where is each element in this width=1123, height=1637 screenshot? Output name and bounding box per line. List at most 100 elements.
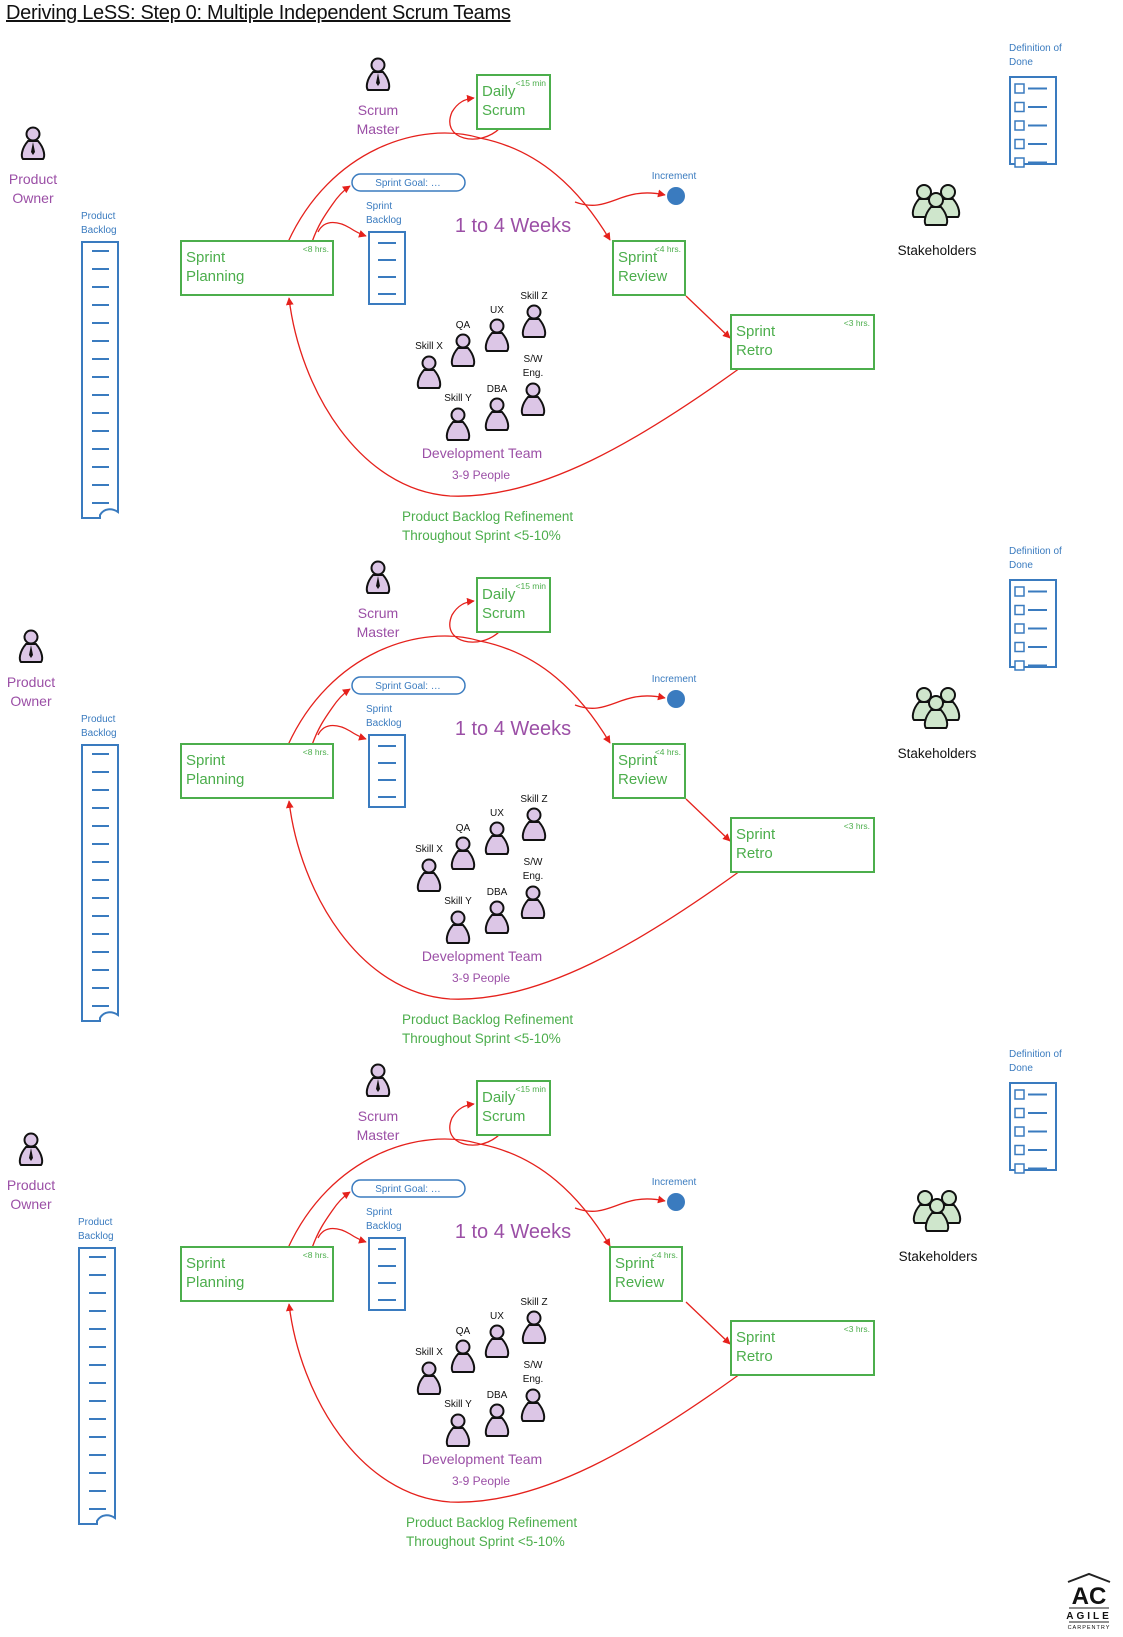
scrum-cycle-diagram: Product Owner Product Backlog Scrum Master Spr… [9, 43, 1062, 543]
checkbox-icon [1014, 1163, 1025, 1174]
sprint-review-box[interactable]: <4 hrs.Sprint Review [612, 743, 686, 799]
product-owner-icon [18, 629, 44, 663]
review-to-retro-arrow [685, 295, 731, 339]
review-to-retro-arrow [685, 1301, 731, 1345]
product-owner-label: Product Owner [7, 674, 55, 709]
sprint-duration-label: 1 to 4 Weeks [455, 718, 571, 740]
team-member-label: Skill X [415, 844, 443, 855]
sprint-arc-bottom [285, 1303, 741, 1503]
checkbox-icon [1014, 1089, 1025, 1100]
product-owner-label: Product Owner [9, 171, 57, 206]
checkbox-icon [1014, 604, 1025, 616]
product-backlog-list[interactable] [78, 1247, 116, 1525]
team-member-icon [520, 885, 546, 919]
team-member-icon [484, 1324, 510, 1358]
sprint-backlog-label: Sprint Backlog [366, 1207, 402, 1232]
scrum-cycle-diagram: Product Owner Product Backlog Scrum Master Spr… [7, 546, 1062, 1046]
team-member-label: S/W Eng. [523, 1360, 544, 1385]
sprint-arc-bottom [285, 297, 741, 497]
team-member-label: QA [456, 823, 471, 834]
team-member-icon [520, 382, 546, 416]
development-team-label: Development Team [422, 1451, 542, 1467]
roof-icon [1067, 1572, 1111, 1583]
sprint-goal[interactable]: Sprint Goal: … [351, 173, 466, 192]
definition-of-done-checklist[interactable] [1009, 76, 1057, 168]
team-member-icon [520, 1388, 546, 1422]
stakeholders-icon [911, 687, 961, 729]
increment-label: Increment [652, 171, 697, 182]
scrum-master-label: Scrum Master [357, 102, 400, 137]
scrum-cycle-diagram: Product Owner Product Backlog Scrum Master Spr… [7, 1049, 1062, 1549]
sprint-planning-box[interactable]: <8 hrs.Sprint Planning [180, 1246, 334, 1302]
sprint-backlog-label: Sprint Backlog [366, 704, 402, 729]
daily-scrum-box[interactable]: <15 minDaily Scrum [476, 74, 551, 130]
sprint-goal-label: Sprint Goal: … [375, 1184, 441, 1195]
scrum-team-panel: Product Owner Product Backlog Scrum Master Spr… [0, 503, 1123, 1046]
team-member-icon [445, 910, 471, 944]
sprint-backlog-label: Sprint Backlog [366, 201, 402, 226]
product-backlog-list[interactable] [81, 241, 119, 519]
timebox-label: <4 hrs. [652, 1250, 678, 1260]
timebox-label: <3 hrs. [844, 821, 870, 831]
sprint-backlog-list[interactable] [368, 734, 406, 808]
checkbox-icon [1014, 1126, 1025, 1137]
timebox-label: <8 hrs. [303, 747, 329, 757]
checkbox-icon [1014, 1144, 1025, 1156]
increment-dot[interactable] [667, 1193, 685, 1211]
definition-of-done-label: Definition of Done [1009, 1049, 1062, 1074]
sprint-retro-box[interactable]: <3 hrs.Sprint Retro [730, 314, 875, 370]
scrum-master-icon [365, 560, 391, 594]
team-member-icon [445, 1413, 471, 1447]
review-to-retro-arrow [685, 798, 731, 842]
stakeholders-label: Stakeholders [899, 1249, 978, 1264]
sprint-goal[interactable]: Sprint Goal: … [351, 1179, 466, 1198]
team-member-label: Skill Y [444, 896, 472, 907]
checkbox-icon [1014, 586, 1025, 597]
to-increment-arrow [574, 189, 666, 206]
team-member-icon [484, 900, 510, 934]
checkbox-icon [1014, 641, 1025, 653]
sprint-backlog-list[interactable] [368, 231, 406, 305]
team-member-icon [416, 858, 442, 892]
increment-dot[interactable] [667, 187, 685, 205]
sprint-planning-box[interactable]: <8 hrs.Sprint Planning [180, 240, 334, 296]
daily-scrum-box[interactable]: <15 minDaily Scrum [476, 577, 551, 633]
product-backlog-list[interactable] [81, 744, 119, 1022]
increment-dot[interactable] [667, 690, 685, 708]
increment-label: Increment [652, 674, 697, 685]
team-member-icon [450, 836, 476, 870]
team-member-label: UX [490, 808, 504, 819]
sprint-backlog-list[interactable] [368, 1237, 406, 1311]
team-member-label: Skill X [415, 1347, 443, 1358]
definition-of-done-label: Definition of Done [1009, 546, 1062, 571]
backlog-refinement-label: Product Backlog Refinement Throughout Spr… [406, 1515, 577, 1549]
to-increment-arrow [574, 692, 666, 709]
sprint-retro-box[interactable]: <3 hrs.Sprint Retro [730, 817, 875, 873]
checkbox-icon [1014, 660, 1025, 671]
sprint-goal[interactable]: Sprint Goal: … [351, 676, 466, 695]
timebox-label: <4 hrs. [655, 747, 681, 757]
team-member-label: Skill Z [520, 291, 547, 302]
daily-scrum-box[interactable]: <15 minDaily Scrum [476, 1080, 551, 1136]
team-member-label: Skill Z [520, 794, 547, 805]
sprint-planning-box[interactable]: <8 hrs.Sprint Planning [180, 743, 334, 799]
scrum-master-label: Scrum Master [357, 605, 400, 640]
definition-of-done-checklist[interactable] [1009, 1082, 1057, 1174]
team-member-label: S/W Eng. [523, 354, 544, 379]
scrum-master-icon [365, 1063, 391, 1097]
team-member-icon [521, 304, 547, 338]
sprint-goal-label: Sprint Goal: … [375, 681, 441, 692]
stakeholders-icon [911, 184, 961, 226]
checkbox-icon [1014, 120, 1025, 131]
increment-label: Increment [652, 1177, 697, 1188]
team-member-icon [484, 318, 510, 352]
sprint-review-box[interactable]: <4 hrs.Sprint Review [612, 240, 686, 296]
sprint-review-box[interactable]: <4 hrs.Sprint Review [609, 1246, 683, 1302]
product-backlog-label: Product Backlog [81, 211, 117, 236]
team-member-label: UX [490, 1311, 504, 1322]
sprint-retro-box[interactable]: <3 hrs.Sprint Retro [730, 1320, 875, 1376]
checkbox-icon [1014, 138, 1025, 150]
stakeholders-icon [912, 1190, 962, 1232]
team-member-label: QA [456, 1326, 471, 1337]
definition-of-done-checklist[interactable] [1009, 579, 1057, 671]
